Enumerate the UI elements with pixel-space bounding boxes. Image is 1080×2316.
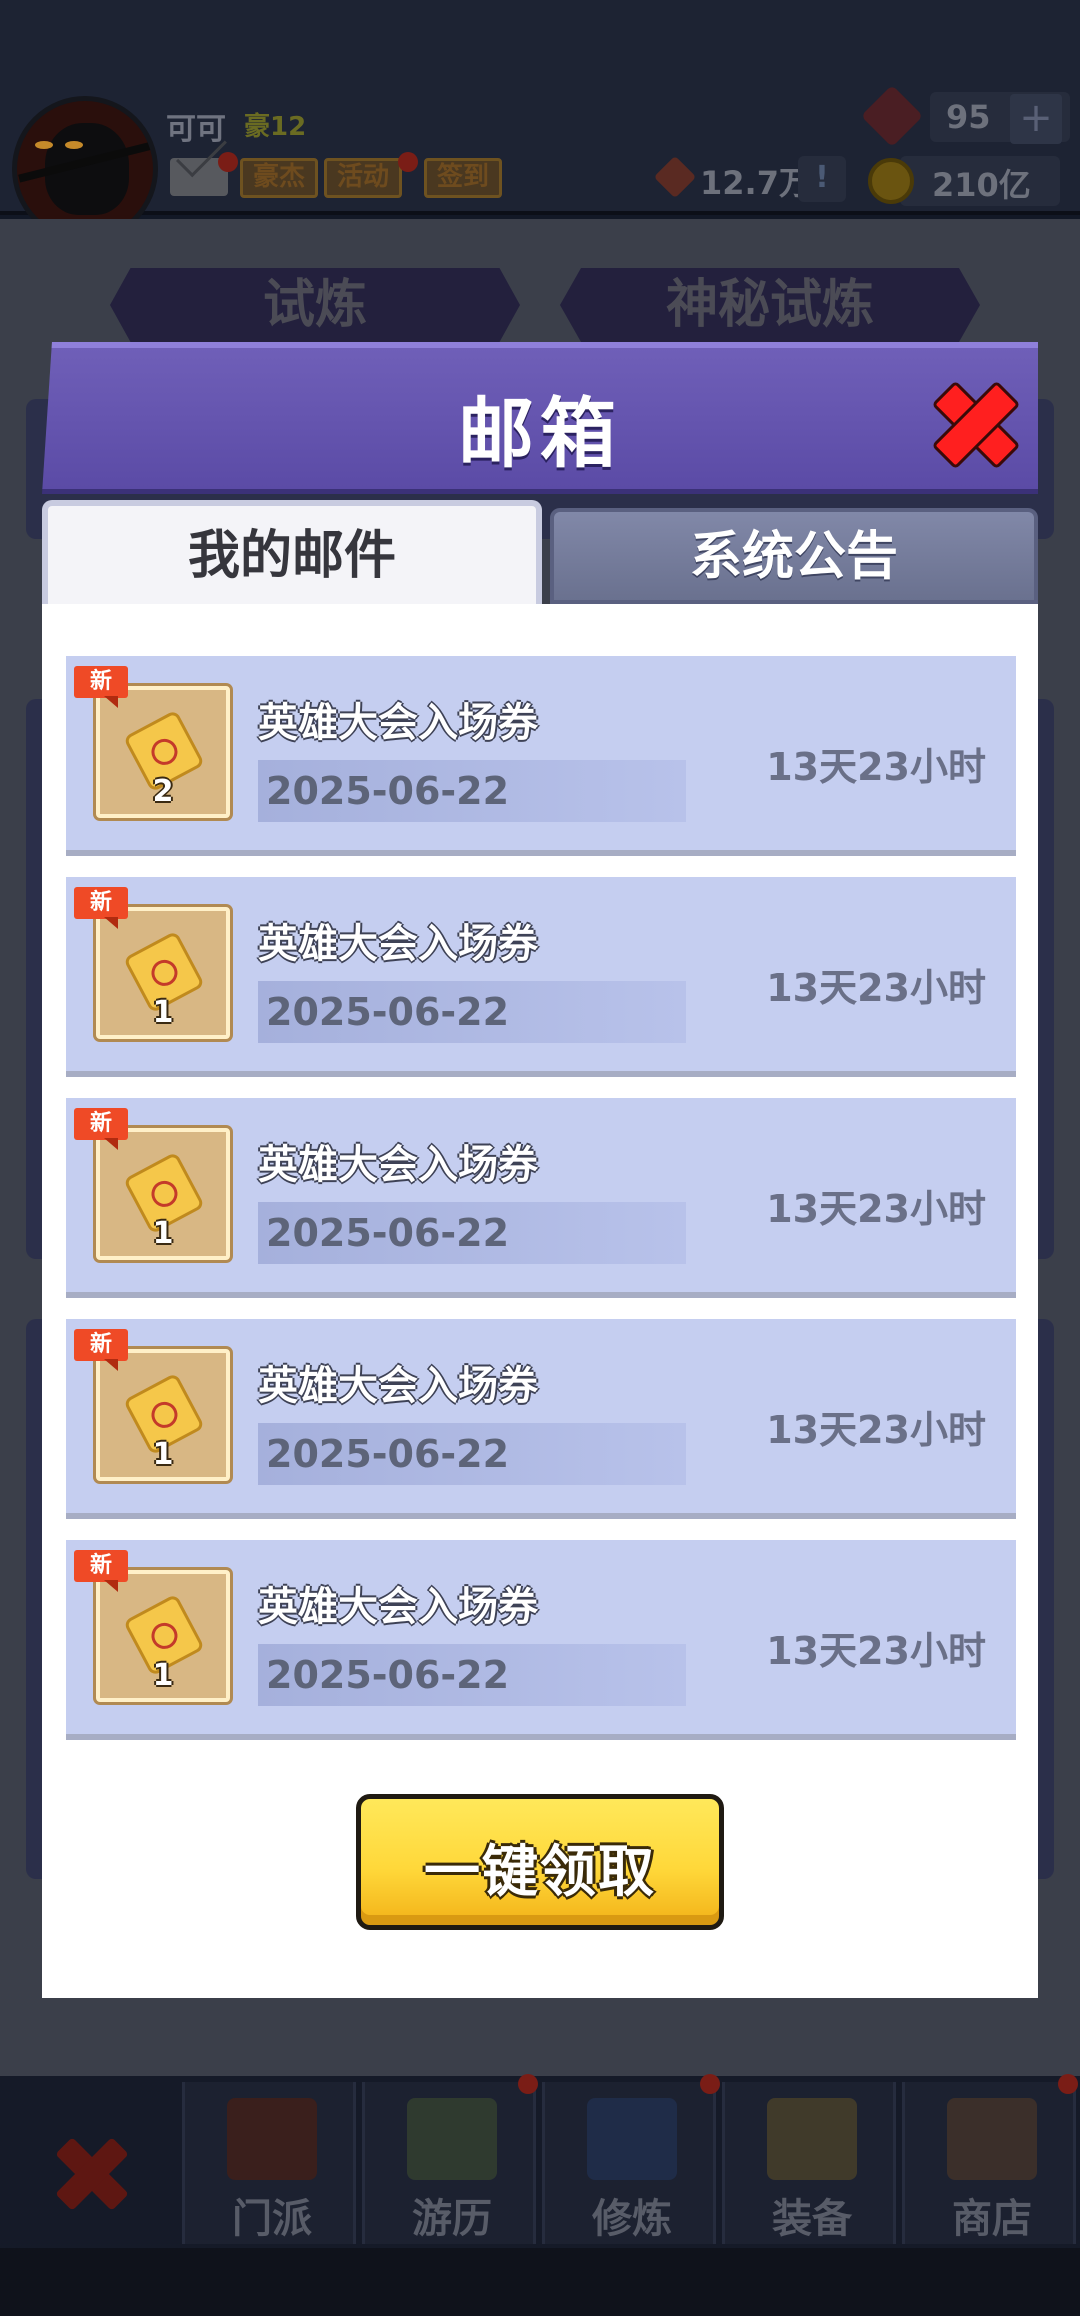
notification-dot — [218, 152, 238, 172]
trial-tab[interactable]: 试炼 — [110, 268, 520, 342]
coin-icon — [868, 158, 914, 204]
claim-all-button[interactable]: 一键领取 — [356, 1794, 724, 1930]
system-bar — [0, 2248, 1080, 2316]
nav-travel[interactable]: 游历 — [362, 2082, 536, 2244]
mail-time-remaining: 13天23小时 — [766, 1187, 986, 1231]
gem-count: 95 — [946, 98, 991, 136]
mailbox-title: 邮箱 — [458, 389, 622, 478]
mail-item[interactable]: 2 新 英雄大会入场券 2025-06-22 13天23小时 — [66, 656, 1016, 856]
checkin-button[interactable]: 签到 — [424, 158, 503, 198]
nav-cultivate[interactable]: 修炼 — [542, 2082, 716, 2244]
notification-dot — [700, 2074, 720, 2094]
notification-dot — [398, 152, 418, 172]
token-info-button[interactable]: ! — [798, 156, 846, 202]
nav-label: 游历 — [412, 2196, 492, 2242]
item-quantity: 1 — [152, 1658, 174, 1693]
ticket-stamp — [146, 1397, 183, 1433]
notification-dot — [1058, 2074, 1078, 2094]
mail-time-remaining: 13天23小时 — [766, 745, 986, 789]
ticket-stamp — [146, 1618, 183, 1654]
mail-date: 2025-06-22 — [258, 760, 686, 822]
mail-title: 英雄大会入场券 — [258, 1142, 538, 1188]
shop-icon — [947, 2098, 1037, 2180]
mail-title: 英雄大会入场券 — [258, 921, 538, 967]
item-quantity: 2 — [152, 774, 174, 809]
mail-time-remaining: 13天23小时 — [766, 966, 986, 1010]
book-icon — [587, 2098, 677, 2180]
mystery-trial-tab[interactable]: 神秘试炼 — [560, 268, 980, 342]
claim-all-label: 一键领取 — [424, 1840, 656, 1905]
events-button[interactable]: 活动 — [324, 158, 403, 198]
close-icon[interactable] — [926, 376, 1018, 468]
nav-label: 商店 — [952, 2196, 1032, 2242]
new-badge: 新 — [74, 1550, 128, 1592]
avatar-eye — [65, 141, 83, 149]
add-gems-button[interactable]: + — [1010, 94, 1062, 144]
item-quantity: 1 — [152, 995, 174, 1030]
mail-item[interactable]: 1 新 英雄大会入场券 2025-06-22 13天23小时 — [66, 1098, 1016, 1298]
mail-title: 英雄大会入场券 — [258, 1363, 538, 1409]
mail-date: 2025-06-22 — [258, 1202, 686, 1264]
notification-dot — [518, 2074, 538, 2094]
mail-time-remaining: 13天23小时 — [766, 1408, 986, 1452]
mail-date: 2025-06-22 — [258, 981, 686, 1043]
new-badge: 新 — [74, 1108, 128, 1150]
mailbox-tabs: 我的邮件 系统公告 — [42, 500, 1038, 604]
mail-list: 2 新 英雄大会入场券 2025-06-22 13天23小时 1 新 英雄大会入… — [42, 604, 1038, 1998]
mail-item[interactable]: 1 新 英雄大会入场券 2025-06-22 13天23小时 — [66, 1319, 1016, 1519]
nav-sect[interactable]: 门派 — [182, 2082, 356, 2244]
mail-title: 英雄大会入场券 — [258, 700, 538, 746]
ticket-stamp — [146, 1176, 183, 1212]
ticket-stamp — [146, 734, 183, 770]
mail-date: 2025-06-22 — [258, 1423, 686, 1485]
nav-label: 门派 — [232, 2196, 312, 2242]
mailbox-header: 邮箱 — [42, 342, 1038, 494]
avatar-eye — [35, 141, 53, 149]
nav-label: 修炼 — [592, 2196, 672, 2242]
new-badge: 新 — [74, 666, 128, 708]
mail-item[interactable]: 1 新 英雄大会入场券 2025-06-22 13天23小时 — [66, 877, 1016, 1077]
nav-equipment[interactable]: 装备 — [722, 2082, 896, 2244]
pagoda-icon — [227, 2098, 317, 2180]
mountain-icon — [407, 2098, 497, 2180]
sword-icon — [767, 2098, 857, 2180]
mail-date: 2025-06-22 — [258, 1644, 686, 1706]
mail-title: 英雄大会入场券 — [258, 1584, 538, 1630]
nav-shop[interactable]: 商店 — [902, 2082, 1076, 2244]
new-badge: 新 — [74, 887, 128, 929]
close-icon[interactable] — [46, 2128, 136, 2218]
player-level: 豪12 — [244, 112, 307, 142]
token-amount: 12.7万 — [700, 164, 811, 202]
mail-time-remaining: 13天23小时 — [766, 1629, 986, 1673]
ticket-stamp — [146, 955, 183, 991]
item-quantity: 1 — [152, 1437, 174, 1472]
nav-label: 装备 — [772, 2196, 852, 2242]
tab-system-notice[interactable]: 系统公告 — [550, 508, 1038, 604]
mail-item[interactable]: 1 新 英雄大会入场券 2025-06-22 13天23小时 — [66, 1540, 1016, 1740]
heroes-button[interactable]: 豪杰 — [240, 158, 319, 198]
tab-my-mail[interactable]: 我的邮件 — [42, 500, 542, 604]
new-badge: 新 — [74, 1329, 128, 1371]
item-quantity: 1 — [152, 1216, 174, 1251]
gold-amount: 210亿 — [932, 166, 1031, 204]
